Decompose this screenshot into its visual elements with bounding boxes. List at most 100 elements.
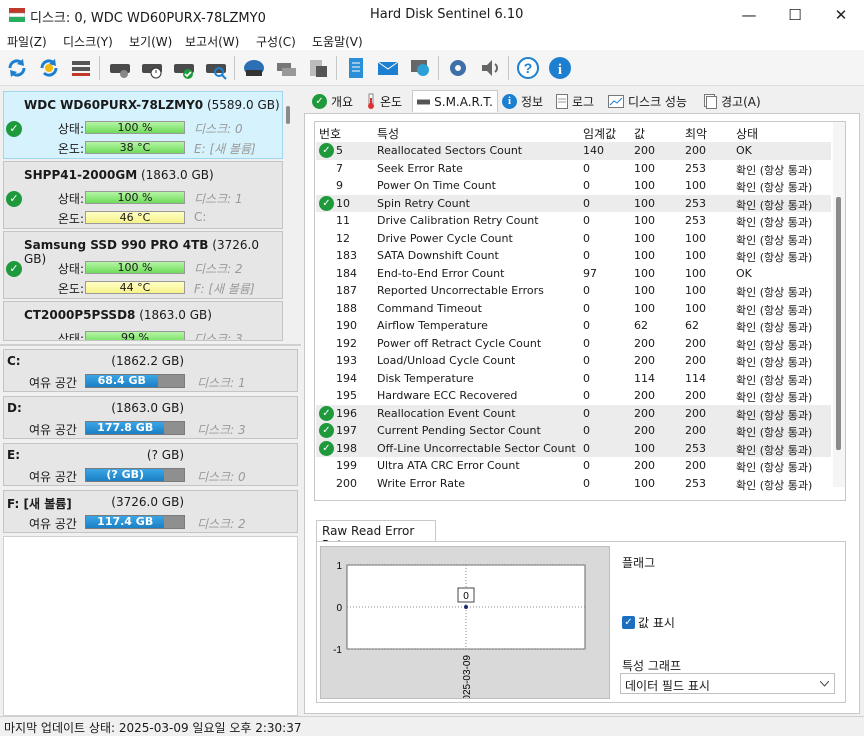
network-icon[interactable] xyxy=(272,55,300,81)
cell-name: Airflow Temperature xyxy=(377,319,488,332)
tab-overview[interactable]: ✓ 개요 xyxy=(308,90,357,112)
table-row[interactable]: 192 Power off Retract Cycle Count 0 200 200 확… xyxy=(316,335,831,353)
disk-list-scrollbar[interactable] xyxy=(286,106,290,124)
table-row[interactable]: 187 Reported Uncorrectable Errors 0 100 100 확… xyxy=(316,282,831,300)
menu-view[interactable]: 보기(W) xyxy=(129,33,172,50)
disk-entry-0[interactable]: WDC WD60PURX-78LZMY0 (5589.0 GB) ✓ 상태: 1… xyxy=(3,91,283,159)
minimize-button[interactable]: — xyxy=(726,0,772,30)
cell-value: 100 xyxy=(634,231,655,245)
menu-file[interactable]: 파일(Z) xyxy=(7,33,47,50)
info-icon[interactable]: i xyxy=(546,55,574,81)
disk-list-icon[interactable] xyxy=(67,55,95,81)
menu-help[interactable]: 도움말(V) xyxy=(312,33,363,50)
table-row[interactable]: 188 Command Timeout 0 100 100 확인 (항상 통과) xyxy=(316,300,831,318)
table-row[interactable]: ✓ 198 Off-Line Uncorrectable Sector Count 0… xyxy=(316,439,831,457)
table-vscroll-thumb[interactable] xyxy=(836,197,841,450)
cell-id: 9 xyxy=(336,179,343,192)
volume-name: C: xyxy=(7,354,21,368)
header-attribute[interactable]: 특성 xyxy=(377,125,399,142)
status-label: 상태: xyxy=(57,262,84,276)
sound-icon[interactable] xyxy=(476,55,504,81)
disk-schedule-icon[interactable] xyxy=(138,55,166,81)
cell-threshold: 0 xyxy=(583,389,590,402)
cell-name: Drive Calibration Retry Count xyxy=(377,214,539,227)
disk-test-icon[interactable] xyxy=(106,55,134,81)
tab-temperature[interactable]: 온도 xyxy=(362,90,406,112)
show-values-checkbox[interactable]: ✓ 값 표시 xyxy=(622,614,675,631)
tab-smart[interactable]: S.M.A.R.T. xyxy=(412,90,498,112)
menu-report[interactable]: 보고서(W) xyxy=(185,33,239,50)
table-row[interactable]: ✓ 10 Spin Retry Count 0 100 253 확인 (항상 통과) xyxy=(316,194,831,212)
table-row[interactable]: ✓ 196 Reallocation Event Count 0 200 200 확인 (항… xyxy=(316,404,831,422)
report-icon[interactable] xyxy=(342,55,370,81)
graph-tab[interactable]: Raw Read Error Rate xyxy=(316,520,436,552)
tab-info[interactable]: i 정보 xyxy=(498,90,547,112)
maximize-button[interactable]: ☐ xyxy=(772,0,818,30)
table-row[interactable]: ✓ 197 Current Pending Sector Count 0 200 200 확… xyxy=(316,422,831,440)
cell-name: Reallocation Event Count xyxy=(377,406,516,420)
header-value[interactable]: 값 xyxy=(634,125,645,142)
header-id[interactable]: 번호 xyxy=(319,125,341,142)
disk-entry-3[interactable]: CT2000P5PSSD8 (1863.0 GB) 상태: 99 % 디스크: … xyxy=(3,301,283,341)
cell-worst: 253 xyxy=(685,196,706,210)
cell-threshold: 0 xyxy=(583,214,590,227)
help-icon[interactable]: ? xyxy=(514,55,542,81)
disk-entry-2[interactable]: Samsung SSD 990 PRO 4TB (3726.0 GB) ✓ 상태… xyxy=(3,231,283,299)
pane-divider[interactable] xyxy=(0,344,301,346)
table-row[interactable]: 190 Airflow Temperature 0 62 62 확인 (항상 통과) xyxy=(316,317,831,335)
cell-status: 확인 (항상 통과) xyxy=(736,321,813,334)
refresh-all-icon[interactable] xyxy=(35,55,63,81)
table-row[interactable]: 184 End-to-End Error Count 97 100 100 OK xyxy=(316,265,831,283)
disk-backup-icon[interactable] xyxy=(240,55,268,81)
header-worst[interactable]: 최악 xyxy=(685,125,707,142)
table-row[interactable]: 183 SATA Downshift Count 0 100 100 확인 (항상 통과) xyxy=(316,247,831,265)
gear-icon[interactable] xyxy=(444,55,472,81)
web-icon[interactable] xyxy=(406,55,434,81)
menu-disk[interactable]: 디스크(Y) xyxy=(63,33,113,50)
volume-entry-d[interactable]: D: (1863.0 GB) 여유 공간 177.8 GB 디스크: 3 xyxy=(3,396,298,439)
disk-ref: 디스크: 1 xyxy=(197,376,246,390)
table-row[interactable]: 193 Load/Unload Cycle Count 0 200 200 확인 (항상 … xyxy=(316,352,831,370)
volume-size: (1862.2 GB) xyxy=(111,354,184,368)
tab-disk-performance[interactable]: 디스크 성능 xyxy=(604,90,691,112)
smart-table[interactable]: 번호 특성 임계값 값 최악 상태 ✓ 5 Reallocated Sectors … xyxy=(314,121,846,501)
cell-threshold: 0 xyxy=(583,424,590,437)
menu-config[interactable]: 구성(C) xyxy=(256,33,296,50)
cell-id: 188 xyxy=(336,301,357,315)
table-row[interactable]: 195 Hardware ECC Recovered 0 200 200 확인 (항상 통… xyxy=(316,387,831,405)
tab-alerts[interactable]: 경고(A) xyxy=(700,90,765,112)
table-row[interactable]: 200 Write Error Rate 0 100 253 확인 (항상 통과) xyxy=(316,475,831,493)
graph-mode-select[interactable]: 데이터 필드 표시 xyxy=(620,673,835,694)
header-status[interactable]: 상태 xyxy=(736,125,758,142)
table-row[interactable]: 7 Seek Error Rate 0 100 253 확인 (항상 통과) xyxy=(316,160,831,178)
cell-value: 200 xyxy=(634,406,655,420)
volume-ref: C: xyxy=(194,210,207,224)
cell-threshold: 0 xyxy=(583,284,590,297)
table-row[interactable]: 194 Disk Temperature 0 114 114 확인 (항상 통과) xyxy=(316,370,831,388)
table-row[interactable]: 12 Drive Power Cycle Count 0 100 100 확인 (항상 통… xyxy=(316,230,831,248)
volume-size: (3726.0 GB) xyxy=(111,495,184,509)
chart-icon xyxy=(608,94,624,108)
chevron-down-icon xyxy=(820,681,829,687)
disk-ref: 디스크: 1 xyxy=(194,192,243,206)
disk-search-icon[interactable] xyxy=(202,55,230,81)
cell-id: 197 xyxy=(336,424,357,437)
volume-entry-f[interactable]: F: [새 볼륨] (3726.0 GB) 여유 공간 117.4 GB 디스크… xyxy=(3,490,298,533)
table-row[interactable]: ✓ 5 Reallocated Sectors Count 140 200 200 OK xyxy=(316,142,831,160)
volume-entry-e[interactable]: E: (? GB) 여유 공간 (? GB) 디스크: 0 xyxy=(3,443,298,486)
refresh-icon[interactable] xyxy=(3,55,31,81)
email-icon[interactable] xyxy=(374,55,402,81)
cell-value: 200 xyxy=(634,354,655,367)
drive-copy-icon[interactable] xyxy=(304,55,332,81)
table-row[interactable]: 11 Drive Calibration Retry Count 0 100 253 확인… xyxy=(316,212,831,230)
cell-id: 183 xyxy=(336,249,357,262)
tab-log[interactable]: 로그 xyxy=(552,90,598,112)
close-button[interactable]: ✕ xyxy=(818,0,864,30)
checkbox-checked-icon[interactable]: ✓ xyxy=(622,616,635,629)
volume-entry-c[interactable]: C: (1862.2 GB) 여유 공간 68.4 GB 디스크: 1 xyxy=(3,349,298,392)
header-threshold[interactable]: 임계값 xyxy=(583,125,616,142)
disk-entry-1[interactable]: SHPP41-2000GM (1863.0 GB) ✓ 상태: 100 % 디스… xyxy=(3,161,283,229)
disk-ok-icon[interactable] xyxy=(170,55,198,81)
table-row[interactable]: 199 Ultra ATA CRC Error Count 0 200 200 확인 (항… xyxy=(316,457,831,475)
table-row[interactable]: 9 Power On Time Count 0 100 100 확인 (항상 통과) xyxy=(316,177,831,195)
